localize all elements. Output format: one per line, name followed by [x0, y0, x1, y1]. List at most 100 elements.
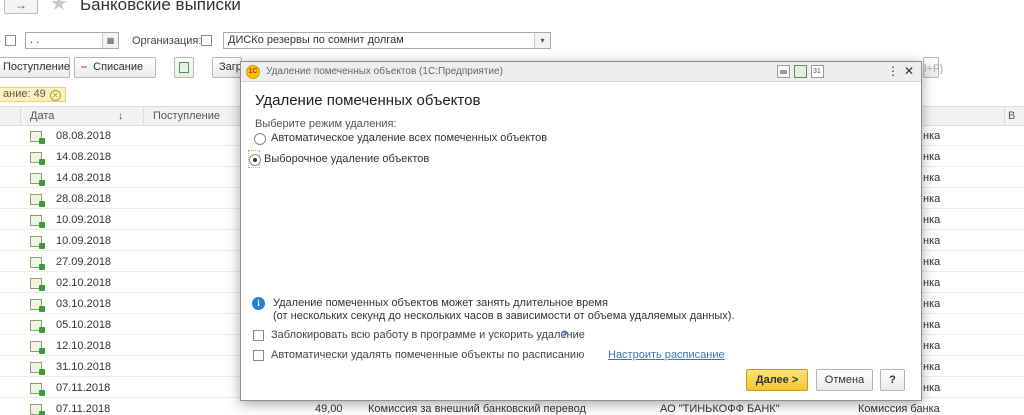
- calculator-icon[interactable]: [794, 65, 807, 78]
- search-hint: l+F): [924, 63, 944, 75]
- lock-work-label: Заблокировать всю работу в программе и у…: [271, 329, 585, 341]
- mode-automatic-label: Автоматическое удаление всех помеченных …: [271, 132, 548, 144]
- mode-automatic-radio[interactable]: Автоматическое удаление всех помеченных …: [249, 130, 579, 148]
- mode-prompt: Выберите режим удаления:: [255, 118, 397, 130]
- date-field[interactable]: . . ▦: [25, 32, 119, 49]
- row-operation: нка: [923, 340, 941, 352]
- 1c-logo-icon: 1С: [246, 65, 260, 79]
- load-button-label: Загр: [219, 61, 242, 73]
- row-date: 28.08.2018: [56, 193, 112, 205]
- receipt-button[interactable]: Поступление: [0, 57, 70, 78]
- column-date[interactable]: Дата: [30, 110, 54, 122]
- period-checkbox[interactable]: [5, 35, 16, 46]
- schedule-label: Автоматически удалять помеченные объекты…: [271, 349, 585, 361]
- organization-checkbox[interactable]: [201, 35, 212, 46]
- organization-value: ДИСКо резервы по сомнит долгам: [228, 34, 404, 46]
- row-operation: нка: [923, 361, 941, 373]
- print-icon[interactable]: [777, 65, 790, 78]
- row-date: 10.09.2018: [56, 214, 112, 226]
- row-date: 03.10.2018: [56, 298, 112, 310]
- row-date: 14.08.2018: [56, 151, 112, 163]
- row-operation: нка: [923, 172, 941, 184]
- row-date: 14.08.2018: [56, 172, 112, 184]
- load-button[interactable]: Загр: [212, 57, 242, 78]
- filter-tag: ание: 49 ✕: [0, 87, 66, 102]
- document-posted-icon: [30, 257, 45, 270]
- row-counterparty: АО "ТИНЬКОФФ БАНК": [660, 403, 780, 415]
- row-date: 10.09.2018: [56, 235, 112, 247]
- column-separator: [143, 107, 144, 126]
- document-posted-icon: [30, 341, 45, 354]
- calendar-icon[interactable]: ▦: [102, 33, 118, 48]
- info-icon: i: [252, 297, 265, 310]
- document-posted-icon: [30, 299, 45, 312]
- document-posted-icon: [30, 194, 45, 207]
- document-posted-icon: [30, 278, 45, 291]
- favorite-star-icon[interactable]: ★: [50, 0, 68, 14]
- filter-tag-text: ание: 49: [3, 88, 46, 100]
- row-date: 08.08.2018: [56, 130, 112, 142]
- close-icon[interactable]: ✕: [902, 64, 916, 78]
- row-date: 07.11.2018: [56, 382, 111, 394]
- row-date: 27.09.2018: [56, 256, 112, 268]
- row-date: 07.11.2018: [56, 403, 111, 415]
- row-purpose: Комиссия за внешний банковский перевод: [368, 403, 586, 415]
- document-posted-icon: [30, 131, 45, 144]
- dialog-heading: Удаление помеченных объектов: [255, 92, 481, 109]
- organization-label: Организация:: [132, 35, 202, 47]
- table-row[interactable]: 07.11.2018 49,00 Комиссия за внешний бан…: [0, 400, 1024, 415]
- row-operation: нка: [923, 277, 941, 289]
- document-posted-icon: [30, 320, 45, 333]
- document-posted-icon: [30, 383, 45, 396]
- clear-filter-icon[interactable]: ✕: [49, 90, 61, 101]
- forward-button[interactable]: →: [4, 0, 38, 14]
- column-last[interactable]: В: [1008, 110, 1015, 122]
- organization-field[interactable]: ДИСКо резервы по сомнит долгам ▾: [223, 32, 551, 49]
- lock-work-checkbox[interactable]: [253, 329, 264, 341]
- dialog-titlebar[interactable]: 1С Удаление помеченных объектов (1С:Пред…: [241, 62, 921, 82]
- document-posted-icon: [30, 173, 45, 186]
- mode-selective-radio[interactable]: Выборочное удаление объектов: [248, 150, 429, 168]
- row-operation: нка: [923, 298, 941, 310]
- column-separator: [1004, 107, 1005, 126]
- row-date: 05.10.2018: [56, 319, 112, 331]
- writeoff-button[interactable]: – Списание: [74, 57, 156, 78]
- row-operation: нка: [923, 256, 941, 268]
- radio-button[interactable]: [254, 133, 266, 145]
- more-actions-icon[interactable]: ⋮: [886, 64, 900, 78]
- dialog-window-title: Удаление помеченных объектов (1С:Предпри…: [266, 66, 503, 77]
- row-date: 31.10.2018: [56, 361, 112, 373]
- page-title: Банковские выписки: [80, 0, 241, 14]
- next-button[interactable]: Далее >: [746, 369, 808, 391]
- lock-work-option[interactable]: Заблокировать всю работу в программе и у…: [253, 329, 585, 343]
- row-operation: нка: [923, 151, 941, 163]
- configure-schedule-link[interactable]: Настроить расписание: [608, 349, 725, 361]
- row-operation: нка: [923, 130, 941, 142]
- info-text-line1: Удаление помеченных объектов может занят…: [273, 297, 608, 309]
- calendar-icon[interactable]: [811, 65, 824, 78]
- schedule-checkbox[interactable]: [253, 349, 264, 361]
- row-operation: нка: [923, 214, 941, 226]
- minus-icon: –: [81, 61, 88, 73]
- row-date: 02.10.2018: [56, 277, 112, 289]
- copy-document-icon: [179, 62, 189, 73]
- document-posted-icon: [30, 236, 45, 249]
- row-operation: нка: [923, 319, 941, 331]
- document-posted-icon: [30, 215, 45, 228]
- writeoff-button-label: Списание: [93, 61, 144, 73]
- help-button[interactable]: ?: [880, 369, 905, 391]
- copy-document-button[interactable]: [174, 57, 194, 78]
- lock-work-help-icon[interactable]: ?: [561, 329, 568, 341]
- receipt-button-label: Поступление: [3, 61, 71, 73]
- document-posted-icon: [30, 362, 45, 375]
- column-separator: [20, 107, 21, 126]
- column-receipt[interactable]: Поступление: [153, 110, 220, 122]
- row-operation: Комиссия банка: [858, 403, 940, 415]
- row-date: 12.10.2018: [56, 340, 112, 352]
- row-operation: нка: [923, 193, 941, 205]
- cancel-button[interactable]: Отмена: [816, 369, 873, 391]
- info-text-line2: (от нескольких секунд до нескольких часо…: [273, 310, 735, 322]
- dropdown-icon[interactable]: ▾: [534, 33, 550, 48]
- schedule-option[interactable]: Автоматически удалять помеченные объекты…: [253, 349, 584, 363]
- radio-button-selected[interactable]: [249, 154, 261, 166]
